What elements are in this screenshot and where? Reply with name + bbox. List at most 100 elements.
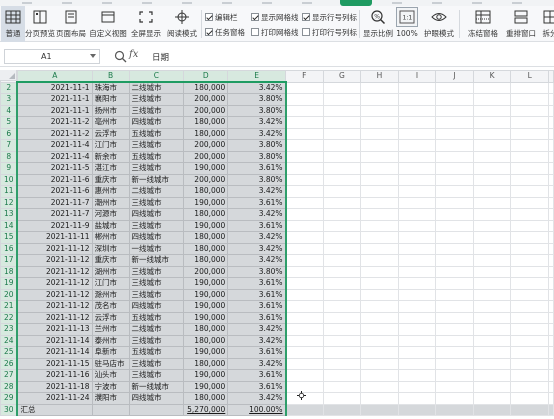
- empty-cell[interactable]: [285, 346, 324, 359]
- cells-table[interactable]: ABCDEFGHIJKL 2 2021-11-1 珠海市 二线城市 180,000 3.4…: [0, 70, 554, 416]
- empty-cell[interactable]: [435, 323, 474, 336]
- empty-cell[interactable]: [435, 242, 474, 255]
- empty-cell[interactable]: [322, 231, 362, 244]
- cell-percent[interactable]: 3.61%: [227, 369, 287, 382]
- cell-date[interactable]: 2021-11-11: [16, 231, 93, 244]
- cell-amount[interactable]: 180,000: [183, 185, 229, 198]
- empty-cell[interactable]: [360, 196, 399, 209]
- row-header[interactable]: 18: [0, 265, 18, 278]
- empty-cell[interactable]: [548, 173, 554, 186]
- empty-cell[interactable]: [548, 196, 554, 209]
- cell-percent[interactable]: 3.80%: [227, 150, 287, 163]
- cell-amount[interactable]: 190,000: [183, 380, 229, 393]
- cell-date[interactable]: 2021-11-18: [16, 380, 93, 393]
- empty-cell[interactable]: [510, 300, 549, 313]
- empty-cell[interactable]: [360, 334, 399, 347]
- normal-view-button[interactable]: 普通: [1, 6, 25, 42]
- empty-cell[interactable]: [285, 127, 324, 140]
- empty-cell[interactable]: [435, 127, 474, 140]
- empty-cell[interactable]: [510, 392, 549, 405]
- cell-city[interactable]: 江门市: [91, 139, 130, 152]
- spreadsheet-grid[interactable]: ABCDEFGHIJKL 2 2021-11-1 珠海市 二线城市 180,000 3.4…: [0, 70, 554, 419]
- cell-percent[interactable]: 3.42%: [227, 334, 287, 347]
- empty-cell[interactable]: [285, 254, 324, 267]
- column-header-l[interactable]: L: [510, 70, 549, 83]
- cell-tier[interactable]: 三线城市: [128, 219, 185, 232]
- menu-tab[interactable]: [472, 2, 482, 4]
- cell-city[interactable]: 珠海市: [91, 81, 130, 94]
- empty-cell[interactable]: [360, 208, 399, 221]
- empty-cell[interactable]: [322, 254, 362, 267]
- cell-tier[interactable]: 二线城市: [128, 323, 185, 336]
- empty-cell[interactable]: [548, 265, 554, 278]
- empty-cell[interactable]: [285, 196, 324, 209]
- menu-tab[interactable]: [62, 2, 72, 4]
- cell-tier[interactable]: 三线城市: [128, 265, 185, 278]
- empty-cell[interactable]: [435, 403, 474, 416]
- empty-cell[interactable]: [397, 254, 437, 267]
- empty-cell[interactable]: [285, 208, 324, 221]
- total-percent[interactable]: 100.00%: [227, 403, 287, 416]
- cell-percent[interactable]: 3.42%: [227, 116, 287, 129]
- empty-cell[interactable]: [397, 185, 437, 198]
- cell-amount[interactable]: 180,000: [183, 334, 229, 347]
- empty-cell[interactable]: [285, 300, 324, 313]
- cell-tier[interactable]: 二线城市: [128, 185, 185, 198]
- empty-cell[interactable]: [472, 334, 512, 347]
- column-header-i[interactable]: I: [397, 70, 437, 83]
- cell-amount[interactable]: 180,000: [183, 392, 229, 405]
- split-window-button[interactable]: 拆分: [540, 6, 554, 42]
- page-layout-button[interactable]: 页面布局: [56, 6, 86, 42]
- empty-cell[interactable]: [435, 231, 474, 244]
- cell-amount[interactable]: 180,000: [183, 323, 229, 336]
- cell-date[interactable]: 2021-11-2: [16, 116, 93, 129]
- column-header-f[interactable]: F: [285, 70, 324, 83]
- cell-city[interactable]: 盐城市: [91, 219, 130, 232]
- cell-amount[interactable]: 190,000: [183, 369, 229, 382]
- cell-date[interactable]: 2021-11-12: [16, 288, 93, 301]
- empty-cell[interactable]: [322, 277, 362, 290]
- empty-cell[interactable]: [435, 139, 474, 152]
- empty-cell[interactable]: [397, 346, 437, 359]
- empty-cell[interactable]: [397, 150, 437, 163]
- empty-cell[interactable]: [510, 81, 549, 94]
- empty-cell[interactable]: [360, 139, 399, 152]
- empty-cell[interactable]: [548, 231, 554, 244]
- total-amount[interactable]: 5,270,000: [183, 403, 229, 416]
- row-header[interactable]: 22: [0, 311, 18, 324]
- empty-cell[interactable]: [510, 93, 549, 106]
- empty-cell[interactable]: [472, 139, 512, 152]
- cell-date[interactable]: 2021-11-1: [16, 104, 93, 117]
- arrange-window-button[interactable]: 重排窗口: [502, 6, 540, 42]
- empty-cell[interactable]: [472, 311, 512, 324]
- cell-percent[interactable]: 3.80%: [227, 93, 287, 106]
- empty-cell[interactable]: [397, 403, 437, 416]
- empty-cell[interactable]: [360, 323, 399, 336]
- row-header[interactable]: 24: [0, 334, 18, 347]
- cell-amount[interactable]: 190,000: [183, 300, 229, 313]
- cell-tier[interactable]: 新一线城市: [128, 254, 185, 267]
- empty-cell[interactable]: [397, 265, 437, 278]
- cell-tier[interactable]: 二线城市: [128, 81, 185, 94]
- empty-cell[interactable]: [322, 323, 362, 336]
- cell-percent[interactable]: 3.80%: [227, 265, 287, 278]
- cell-amount[interactable]: 190,000: [183, 219, 229, 232]
- column-header-d[interactable]: D: [183, 70, 229, 83]
- column-header-k[interactable]: K: [472, 70, 512, 83]
- cell-percent[interactable]: 3.42%: [227, 127, 287, 140]
- cell-percent[interactable]: 3.61%: [227, 219, 287, 232]
- empty-cell[interactable]: [360, 288, 399, 301]
- empty-cell[interactable]: [548, 403, 554, 416]
- cell-percent[interactable]: 3.61%: [227, 300, 287, 313]
- cell-city[interactable]: 驻马店市: [91, 357, 130, 370]
- row-header[interactable]: 10: [0, 173, 18, 186]
- row-header[interactable]: 17: [0, 254, 18, 267]
- empty-cell[interactable]: [322, 104, 362, 117]
- cell-percent[interactable]: 3.42%: [227, 323, 287, 336]
- cell-city[interactable]: 郴州市: [91, 231, 130, 244]
- row-header[interactable]: 11: [0, 185, 18, 198]
- print-gridlines-checkbox[interactable]: 打印网格线: [251, 26, 299, 38]
- empty-cell[interactable]: [285, 357, 324, 370]
- empty-cell[interactable]: [397, 139, 437, 152]
- empty-cell[interactable]: [472, 392, 512, 405]
